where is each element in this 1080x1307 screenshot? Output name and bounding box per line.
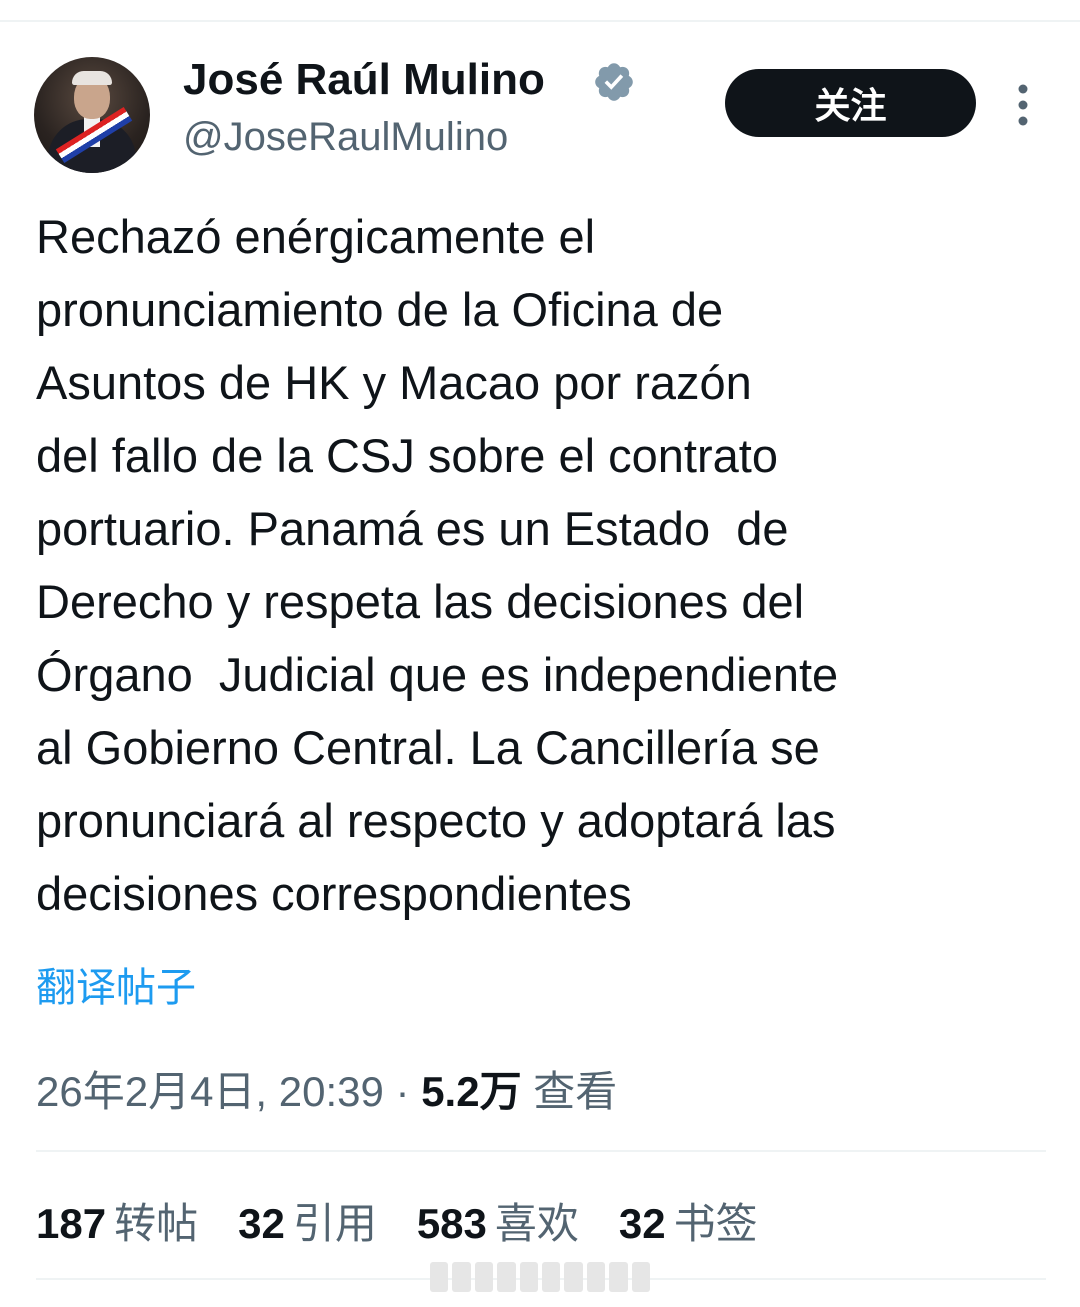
stat-count: 187 <box>36 1200 107 1247</box>
stat-count: 32 <box>618 1200 666 1247</box>
more-options-icon[interactable] <box>1008 82 1038 128</box>
verified-badge-icon <box>595 63 633 101</box>
top-divider <box>0 20 1080 22</box>
stat-likes[interactable]: 583 喜欢 <box>417 1190 579 1251</box>
translate-post-link[interactable]: 翻译帖子 <box>36 955 196 1013</box>
author-handle[interactable]: @JoseRaulMulino <box>183 115 508 160</box>
stat-label: 转帖 <box>114 1200 199 1247</box>
stat-label: 引用 <box>292 1200 377 1247</box>
author-avatar[interactable] <box>34 57 150 173</box>
stats-divider-top <box>36 1150 1046 1152</box>
views-count: 5.2万 <box>421 1068 522 1115</box>
engagement-stats: 187 转帖 32 引用 583 喜欢 32 书签 <box>36 1190 758 1251</box>
meta-separator: · <box>383 1068 422 1115</box>
author-name[interactable]: José Raúl Mulino <box>183 55 545 105</box>
stat-quotes[interactable]: 32 引用 <box>238 1190 377 1251</box>
tweet-meta: 26年2月4日, 20:39 · 5.2万 查看 <box>36 1058 617 1119</box>
stat-count: 583 <box>416 1200 487 1247</box>
stat-reposts[interactable]: 187 转帖 <box>36 1190 198 1251</box>
blurred-watermark <box>430 1262 651 1292</box>
views-label: 查看 <box>521 1068 618 1115</box>
timestamp[interactable]: 26年2月4日, 20:39 <box>36 1068 384 1115</box>
stat-label: 喜欢 <box>494 1200 579 1247</box>
stat-bookmarks[interactable]: 32 书签 <box>619 1190 758 1251</box>
stat-label: 书签 <box>673 1200 758 1247</box>
follow-button[interactable]: 关注 <box>725 69 976 137</box>
tweet-body: Rechazó enérgicamente el pronunciamiento… <box>36 210 839 920</box>
stat-count: 32 <box>238 1200 285 1247</box>
